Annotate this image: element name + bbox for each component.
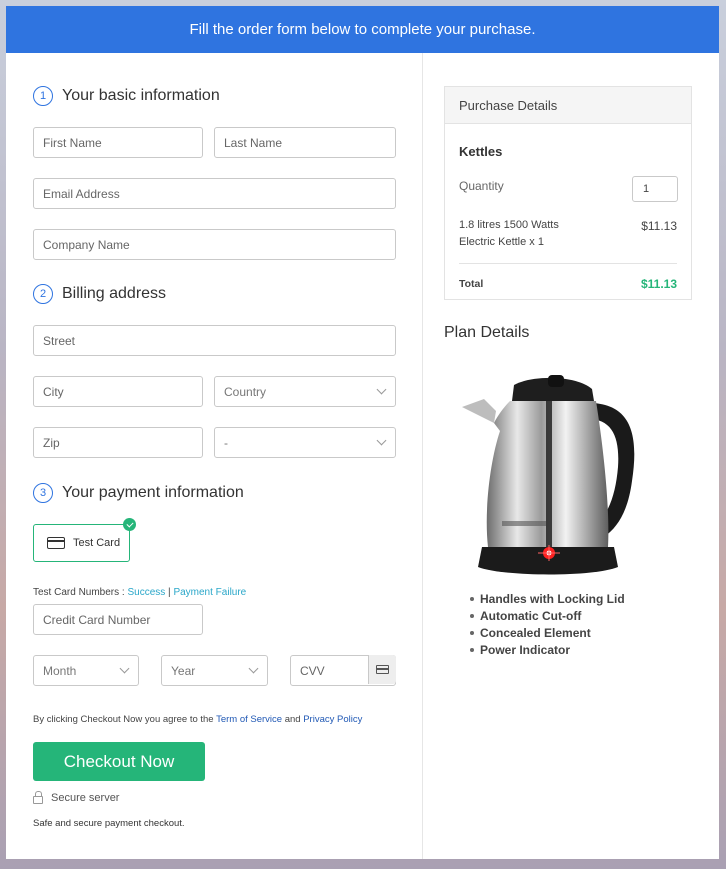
step-number-3: 3 <box>33 483 53 503</box>
product-name: Kettles <box>459 144 503 159</box>
quantity-input[interactable]: 1 <box>632 176 678 202</box>
test-card-label: Test Card <box>73 537 121 549</box>
privacy-link[interactable]: Privacy Policy <box>303 714 362 725</box>
country-select-value: Country <box>224 384 267 399</box>
test-card-numbers: Test Card Numbers : Success | Payment Fa… <box>33 587 246 598</box>
purchase-details-header: Purchase Details <box>445 87 691 124</box>
top-banner: Fill the order form below to complete yo… <box>6 6 719 53</box>
item-description-line2: Electric Kettle x 1 <box>459 236 544 248</box>
order-summary: Purchase Details Kettles Quantity 1 1.8 … <box>423 53 719 859</box>
section-basic-info: 1 Your basic information <box>33 86 220 106</box>
summary-divider <box>459 263 677 264</box>
section-payment-title: Your payment information <box>62 484 244 501</box>
company-field[interactable]: Company Name <box>33 229 396 260</box>
section-billing: 2 Billing address <box>33 284 166 304</box>
step-number-1: 1 <box>33 86 53 106</box>
lock-icon <box>33 790 43 804</box>
test-card-option[interactable]: Test Card <box>33 518 136 562</box>
purchase-details: Purchase Details Kettles Quantity 1 1.8 … <box>444 86 692 300</box>
feature-item: Concealed Element <box>470 625 625 642</box>
secure-note: Safe and secure payment checkout. <box>33 818 185 829</box>
checkout-now-button[interactable]: Checkout Now <box>33 742 205 781</box>
credit-card-icon <box>47 537 65 549</box>
plan-details-title: Plan Details <box>444 324 530 341</box>
payment-failure-link[interactable]: Payment Failure <box>173 587 246 598</box>
feature-item: Power Indicator <box>470 641 625 658</box>
kettle-image <box>462 375 635 575</box>
step-number-2: 2 <box>33 284 53 304</box>
city-field[interactable]: City <box>33 376 203 407</box>
checkout-card: 1 Your basic information First Name Last… <box>6 53 719 859</box>
plan-features-list: Handles with Locking Lid Automatic Cut-o… <box>470 591 625 658</box>
chevron-down-icon <box>376 384 387 395</box>
section-billing-title: Billing address <box>62 285 167 302</box>
total-label: Total <box>459 278 484 290</box>
first-name-field[interactable]: First Name <box>33 127 203 158</box>
country-select[interactable]: Country <box>214 376 396 407</box>
state-select-value: - <box>224 435 228 450</box>
quantity-label: Quantity <box>459 179 504 193</box>
agreement-and: and <box>282 714 304 725</box>
success-link[interactable]: Success <box>127 587 165 598</box>
terms-link[interactable]: Term of Service <box>216 714 282 725</box>
feature-item: Automatic Cut-off <box>470 608 625 625</box>
state-select[interactable]: - <box>214 427 396 458</box>
secure-server-label: Secure server <box>51 792 120 804</box>
email-field[interactable]: Email Address <box>33 178 396 209</box>
item-description-line1: 1.8 litres 1500 Watts <box>459 219 559 231</box>
last-name-field[interactable]: Last Name <box>214 127 396 158</box>
section-payment: 3 Your payment information <box>33 483 244 503</box>
agreement-prefix: By clicking Checkout Now you agree to th… <box>33 714 217 725</box>
test-numbers-label: Test Card Numbers : <box>33 587 128 598</box>
section-basic-title: Your basic information <box>62 87 220 104</box>
street-field[interactable]: Street <box>33 325 396 356</box>
chevron-down-icon <box>376 435 387 446</box>
secure-server: Secure server <box>33 790 120 804</box>
year-select-value: Year <box>171 663 196 678</box>
chevron-down-icon <box>119 663 130 674</box>
chevron-down-icon <box>248 663 259 674</box>
zip-field[interactable]: Zip <box>33 427 203 458</box>
total-value: $11.13 <box>640 277 677 291</box>
month-select[interactable]: Month <box>33 655 139 686</box>
feature-item: Handles with Locking Lid <box>470 591 625 608</box>
order-form: 1 Your basic information First Name Last… <box>6 53 423 859</box>
year-select[interactable]: Year <box>161 655 268 686</box>
checkmark-icon <box>123 518 136 531</box>
month-select-value: Month <box>43 663 77 678</box>
cvv-help-button[interactable] <box>368 655 396 684</box>
credit-card-icon <box>376 665 389 674</box>
item-price: $11.13 <box>641 219 677 233</box>
agreement-text: By clicking Checkout Now you agree to th… <box>33 714 362 725</box>
credit-card-number-field[interactable]: Credit Card Number <box>33 604 203 635</box>
